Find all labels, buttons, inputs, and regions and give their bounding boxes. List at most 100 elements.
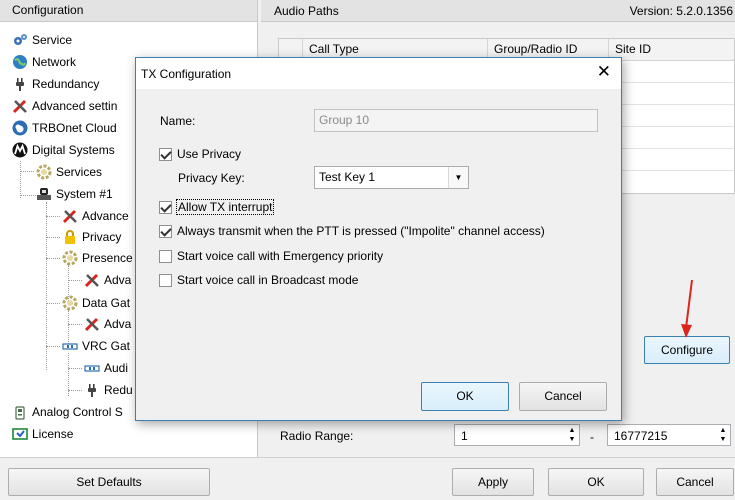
tree-item-label: Services — [56, 165, 103, 179]
range-separator: - — [590, 430, 594, 444]
close-icon[interactable]: ✕ — [597, 63, 611, 81]
chevron-down-icon[interactable]: ▼ — [448, 167, 468, 188]
tree-item-advanced-2[interactable]: Adva — [84, 270, 131, 290]
column-header[interactable]: Site ID — [609, 39, 734, 60]
tree-item-vrc-gateway[interactable]: VRC Gat — [62, 336, 130, 356]
checkbox-box[interactable] — [159, 249, 172, 263]
checkbox-box[interactable] — [159, 147, 172, 161]
tree-item-label: Advanced settin — [32, 99, 118, 113]
motorola-icon — [12, 142, 28, 158]
gear-icon — [36, 164, 52, 180]
cancel-button[interactable]: Cancel — [656, 468, 734, 496]
tree-item-label: Audi — [104, 361, 129, 375]
use-privacy-checkbox[interactable]: Use Privacy — [159, 147, 241, 161]
tree-item-label: TRBOnet Cloud — [32, 121, 117, 135]
red-arrow-annotation — [681, 280, 693, 338]
tree-item-label: VRC Gat — [82, 339, 131, 353]
privacy-key-label: Privacy Key: — [178, 171, 245, 185]
tools-icon — [84, 316, 100, 332]
tree-item-analog-control[interactable]: Analog Control S — [12, 402, 123, 422]
plug-icon — [12, 76, 28, 92]
checkbox-label: Always transmit when the PTT is pressed … — [177, 224, 545, 238]
radio-range-label: Radio Range: — [280, 429, 354, 443]
checkbox-label: Start voice call with Emergency priority — [177, 249, 384, 263]
tree-item-label: Advance — [82, 209, 129, 223]
emergency-priority-checkbox[interactable]: Start voice call with Emergency priority — [159, 249, 383, 263]
tools-icon — [12, 98, 28, 114]
gear-icon — [62, 250, 78, 266]
lock-icon — [62, 229, 78, 245]
tree-item-label: Redu — [104, 383, 133, 397]
license-icon — [12, 426, 28, 442]
tree-item-system-1[interactable]: System #1 — [36, 184, 113, 204]
tree-item-advanced-1[interactable]: Advance — [62, 206, 129, 226]
tree-item-presence[interactable]: Presence — [62, 248, 133, 268]
globe-icon — [12, 54, 28, 70]
dialog-title: TX Configuration — [141, 67, 232, 81]
dialog-cancel-button[interactable]: Cancel — [519, 382, 607, 411]
range-to-spinner[interactable]: 16777215 ▲ ▼ — [607, 424, 731, 446]
checkbox-box[interactable] — [159, 273, 172, 287]
checkbox-box[interactable] — [159, 224, 172, 238]
audio-paths-header: Audio Paths Version: 5.2.0.1356 — [261, 0, 735, 22]
tree-item-label: Network — [32, 55, 77, 69]
radio-icon — [12, 404, 28, 420]
checkbox-box[interactable] — [159, 200, 172, 214]
range-from-spinner[interactable]: 1 ▲ ▼ — [454, 424, 580, 446]
name-field[interactable]: Group 10 — [314, 109, 598, 132]
tree-item-data-gateway[interactable]: Data Gat — [62, 293, 130, 313]
spinner-arrows-icon[interactable]: ▲ ▼ — [718, 426, 728, 444]
connector-icon — [84, 360, 100, 376]
tools-icon — [84, 272, 100, 288]
apply-button[interactable]: Apply — [452, 468, 534, 496]
always-transmit-checkbox[interactable]: Always transmit when the PTT is pressed … — [159, 224, 545, 238]
tree-item-label: Presence — [82, 251, 133, 265]
checkbox-label: Use Privacy — [177, 147, 242, 161]
tree-item-label: Data Gat — [82, 296, 131, 310]
privacy-key-select[interactable]: Test Key 1 ▼ — [314, 166, 469, 189]
tree-item-label: Adva — [104, 273, 132, 287]
tree-item-audio-paths[interactable]: Audi — [84, 358, 128, 378]
tree-item-license[interactable]: License — [12, 424, 73, 444]
tree-item-digital-systems[interactable]: Digital Systems — [12, 140, 115, 160]
dialog-titlebar: TX Configuration ✕ — [136, 58, 621, 89]
gear-icon — [62, 295, 78, 311]
range-to-value: 16777215 — [614, 429, 668, 443]
broadcast-mode-checkbox[interactable]: Start voice call in Broadcast mode — [159, 273, 358, 287]
panel-title: Audio Paths — [274, 4, 339, 18]
tree-item-redundancy[interactable]: Redundancy — [12, 74, 99, 94]
tree-item-label: Privacy — [82, 230, 122, 244]
checkbox-label: Start voice call in Broadcast mode — [177, 273, 359, 287]
checkbox-label: Allow TX interrupt — [175, 199, 275, 215]
tree-item-label: System #1 — [56, 187, 113, 201]
version-label: Version: 5.2.0.1356 — [629, 4, 733, 18]
tree-item-label: License — [32, 427, 74, 441]
tools-icon — [62, 208, 78, 224]
tree-item-advanced-3[interactable]: Adva — [84, 314, 131, 334]
tree-item-redundancy-2[interactable]: Redu — [84, 380, 133, 400]
range-from-value: 1 — [461, 429, 468, 443]
privacy-key-value: Test Key 1 — [319, 170, 376, 184]
tree-item-network[interactable]: Network — [12, 52, 76, 72]
tree-item-label: Redundancy — [32, 77, 100, 91]
tree-item-label: Analog Control S — [32, 405, 123, 419]
dialog-ok-button[interactable]: OK — [421, 382, 509, 411]
system-icon — [36, 186, 52, 202]
set-defaults-button[interactable]: Set Defaults — [8, 468, 210, 496]
name-label: Name: — [160, 114, 196, 128]
tree-item-label: Digital Systems — [32, 143, 115, 157]
tree-item-service[interactable]: Service — [12, 30, 72, 50]
tree-item-services[interactable]: Services — [36, 162, 102, 182]
configure-button[interactable]: Configure — [644, 336, 730, 364]
tree-item-advanced-settings[interactable]: Advanced settin — [12, 96, 117, 116]
gears-icon — [12, 32, 28, 48]
allow-tx-interrupt-checkbox[interactable]: Allow TX interrupt — [159, 199, 275, 215]
tree-item-privacy[interactable]: Privacy — [62, 227, 121, 247]
spinner-arrows-icon[interactable]: ▲ ▼ — [567, 426, 577, 444]
configuration-header: Configuration — [0, 0, 257, 22]
tree-item-label: Adva — [104, 317, 132, 331]
plug-icon — [84, 382, 100, 398]
ok-button[interactable]: OK — [548, 468, 644, 496]
tree-item-trbonet-cloud[interactable]: TRBOnet Cloud — [12, 118, 117, 138]
tx-configuration-dialog: TX Configuration ✕ Name: Group 10 Use Pr… — [135, 57, 622, 421]
